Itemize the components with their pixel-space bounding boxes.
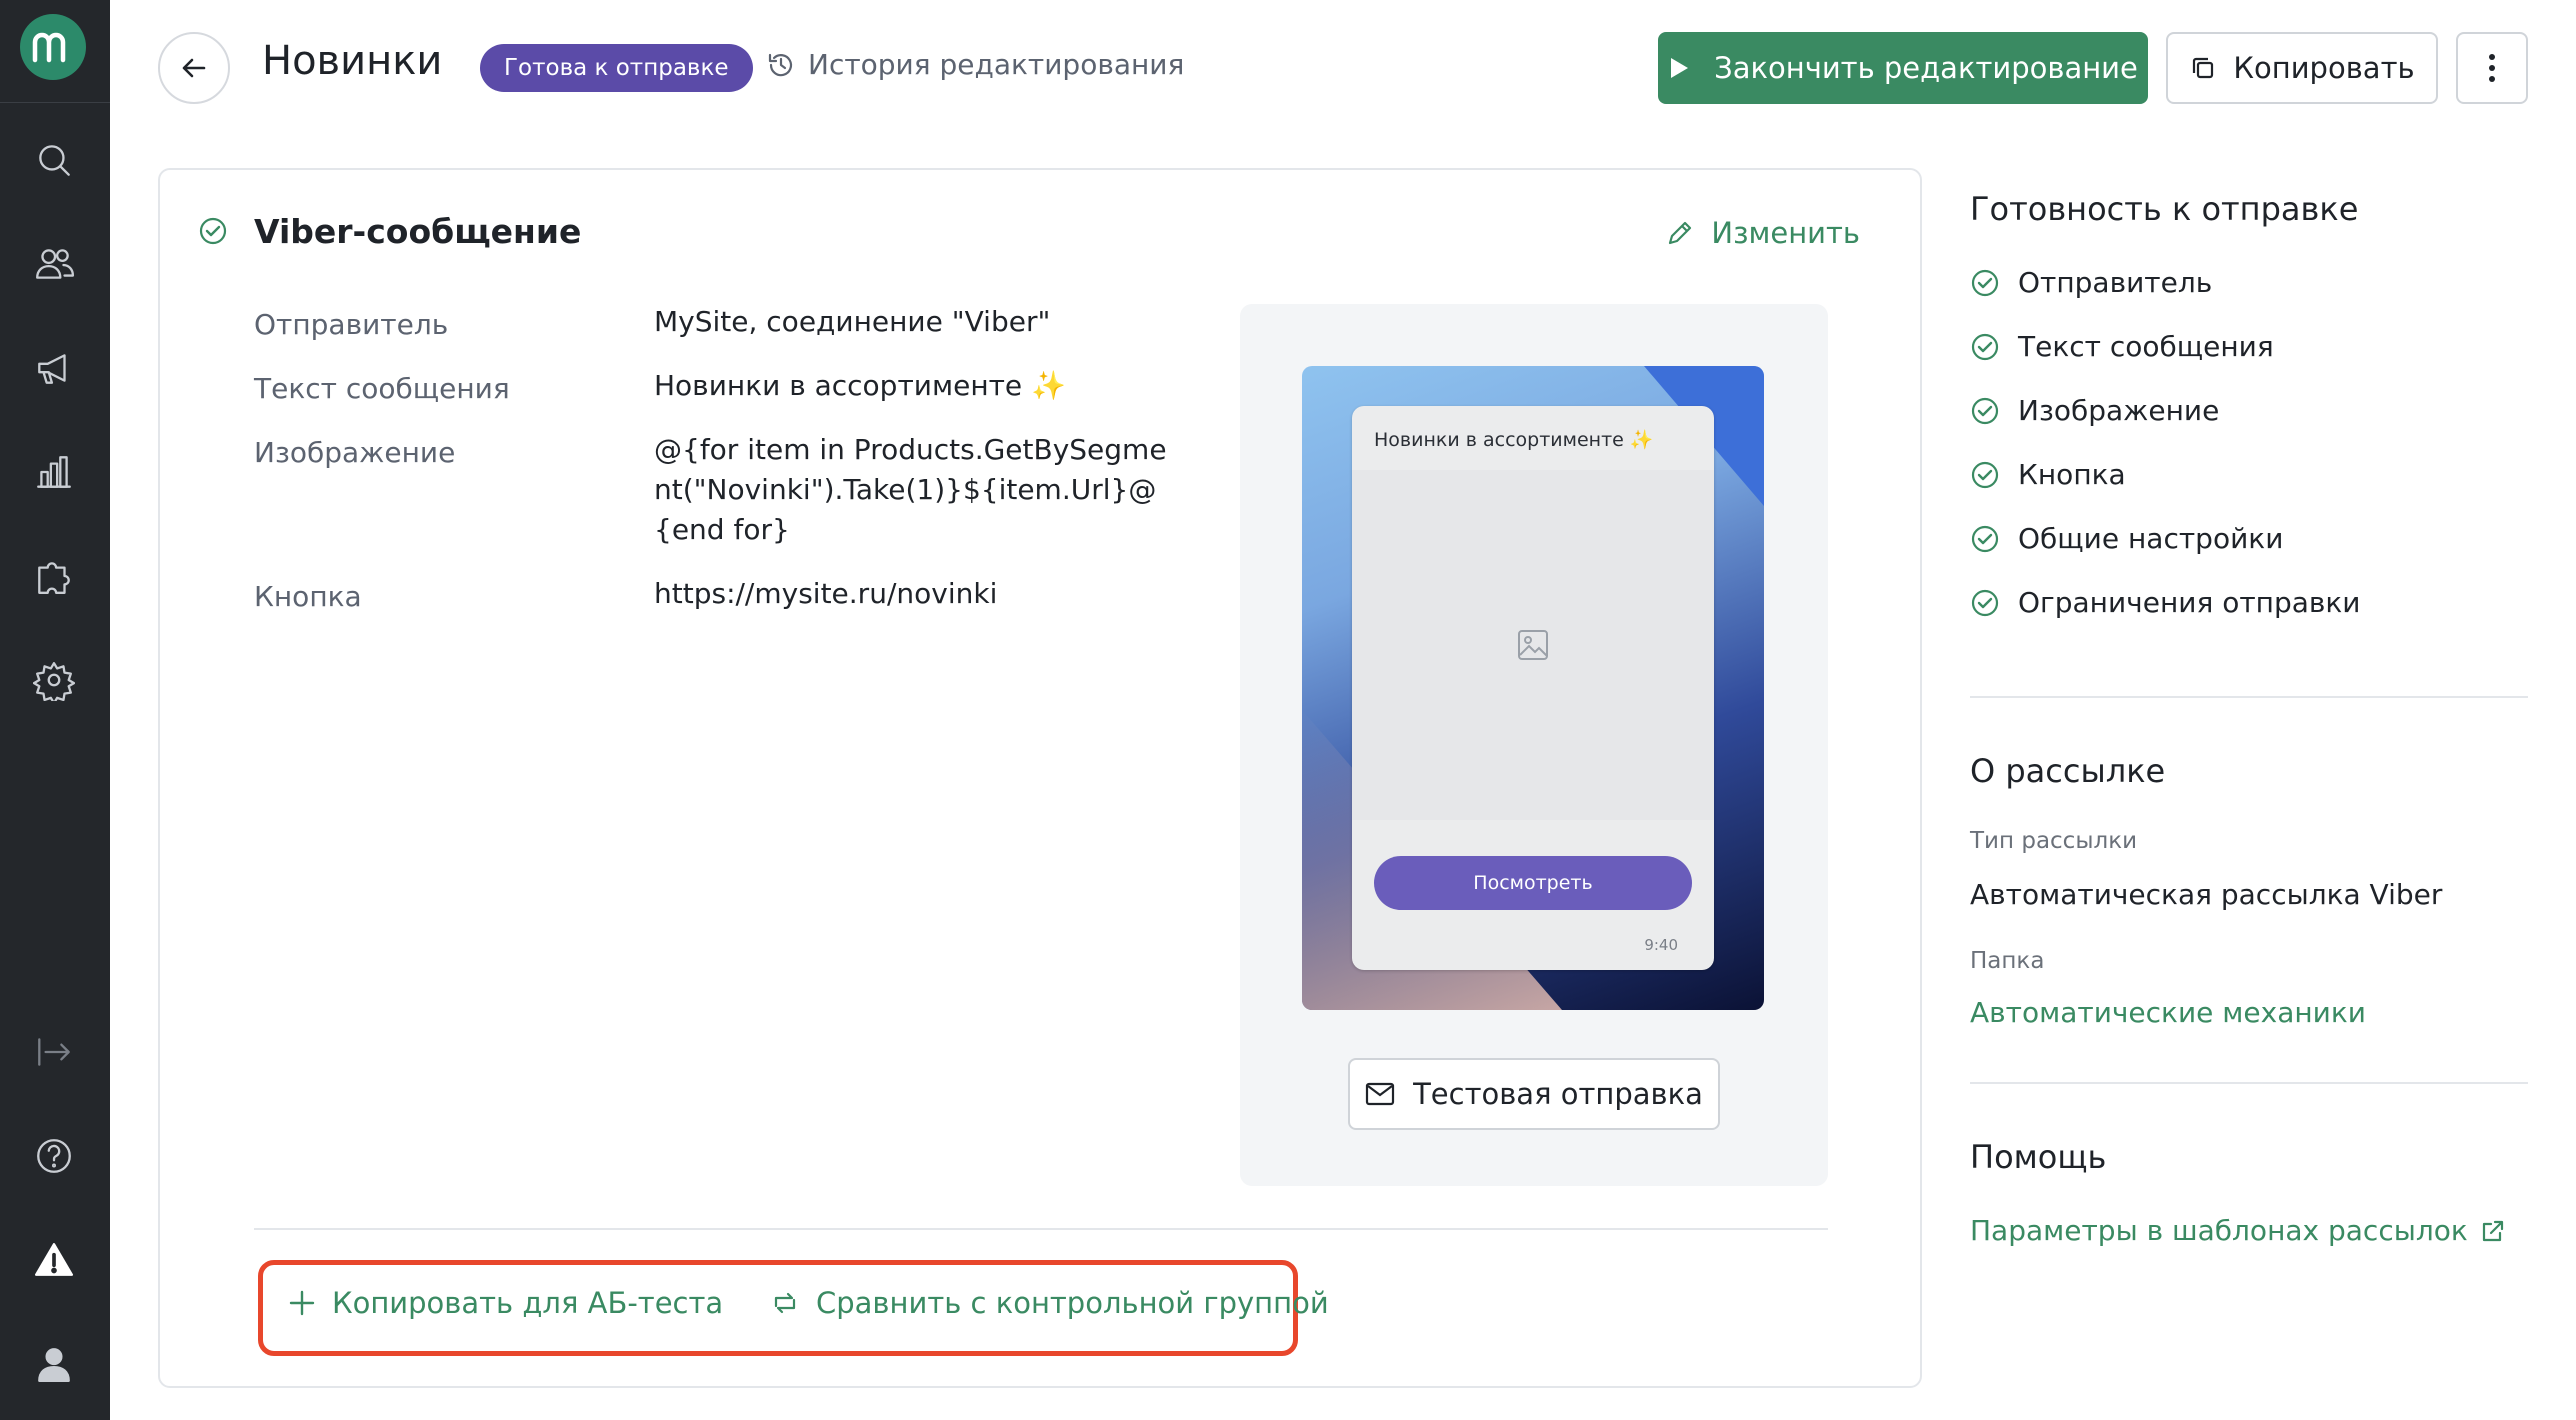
readiness-item: Общие настройки — [1970, 522, 2283, 555]
profile-avatar-icon[interactable] — [28, 1338, 80, 1390]
page-title: Новинки — [262, 38, 443, 84]
check-circle-icon — [1971, 525, 1999, 552]
arrow-left-icon — [182, 58, 206, 78]
message-preview-area: Новинки в ассортименте ✨ Посмотреть 9:40… — [1240, 304, 1828, 1186]
phone-preview: Новинки в ассортименте ✨ Посмотреть 9:40 — [1302, 366, 1764, 1010]
copy-icon — [2193, 57, 2214, 79]
readiness-item-label: Ограничения отправки — [2018, 586, 2361, 619]
readiness-item-label: Кнопка — [2018, 458, 2126, 491]
envelope-icon — [1365, 1082, 1395, 1106]
folder-label: Папка — [1970, 948, 2045, 974]
field-value-button: https://mysite.ru/novinki — [654, 577, 998, 610]
readiness-item: Текст сообщения — [1970, 330, 2274, 363]
help-question-icon[interactable] — [28, 1130, 80, 1182]
campaigns-megaphone-icon[interactable] — [28, 342, 80, 394]
back-button[interactable] — [158, 32, 230, 104]
preview-cta-button: Посмотреть — [1374, 856, 1692, 910]
copy-ab-test-label: Копировать для АБ-теста — [332, 1286, 724, 1320]
readiness-item: Отправитель — [1970, 266, 2212, 299]
test-send-button[interactable]: Тестовая отправка — [1348, 1058, 1720, 1130]
card-divider — [254, 1228, 1828, 1230]
history-icon — [768, 53, 793, 76]
right-panel-divider — [1970, 696, 2528, 698]
control-group-link[interactable]: Сравнить с контрольной группой — [770, 1286, 1329, 1320]
integrations-puzzle-icon[interactable] — [28, 550, 80, 602]
image-icon — [1518, 630, 1548, 660]
preview-timestamp: 9:40 — [1644, 936, 1678, 954]
help-link-label: Параметры в шаблонах рассылок — [1970, 1214, 2468, 1247]
field-label-button: Кнопка — [254, 580, 362, 613]
copy-label: Копировать — [2233, 51, 2415, 85]
field-value-sender: MySite, соединение "Viber" — [654, 305, 1051, 338]
external-link-icon — [2482, 1220, 2503, 1241]
readiness-heading: Готовность к отправке — [1970, 190, 2359, 228]
about-heading: О рассылке — [1970, 752, 2166, 790]
check-circle-icon — [1971, 397, 1999, 424]
sidebar — [0, 0, 110, 1420]
preview-message-text: Новинки в ассортименте ✨ — [1374, 429, 1654, 451]
plus-icon — [289, 1290, 315, 1316]
edit-link[interactable]: Изменить — [1665, 216, 1860, 250]
image-placeholder — [1352, 470, 1714, 820]
more-actions-button[interactable] — [2456, 32, 2528, 104]
folder-link-label: Автоматические механики — [1970, 996, 2366, 1029]
readiness-item: Изображение — [1970, 394, 2219, 427]
play-icon — [1671, 58, 1689, 78]
collapse-sidebar-icon[interactable] — [28, 1026, 80, 1078]
check-circle-icon — [1971, 333, 1999, 360]
mailing-type-value: Автоматическая рассылка Viber — [1970, 878, 2443, 911]
check-circle-icon — [1971, 269, 1999, 296]
sidebar-divider — [0, 102, 110, 103]
readiness-item-label: Текст сообщения — [2018, 330, 2274, 363]
status-badge: Готова к отправке — [480, 44, 753, 92]
warning-icon[interactable] — [28, 1234, 80, 1286]
test-send-label: Тестовая отправка — [1413, 1077, 1703, 1111]
card-title: Viber-сообщение — [254, 212, 582, 251]
app-logo[interactable] — [20, 14, 86, 80]
edit-label: Изменить — [1711, 216, 1860, 250]
right-panel-divider — [1970, 1082, 2528, 1084]
copy-button[interactable]: Копировать — [2166, 32, 2438, 104]
check-circle-icon — [199, 217, 227, 245]
edit-history-label: История редактирования — [808, 48, 1185, 81]
field-label-sender: Отправитель — [254, 308, 449, 341]
folder-link[interactable]: Автоматические механики — [1970, 996, 2366, 1029]
copy-ab-test-link[interactable]: Копировать для АБ-теста — [288, 1286, 723, 1320]
finish-editing-label: Закончить редактирование — [1714, 51, 2138, 85]
analytics-chart-icon[interactable] — [28, 446, 80, 498]
readiness-item: Ограничения отправки — [1970, 586, 2361, 619]
search-icon[interactable] — [28, 134, 80, 186]
field-value-text: Новинки в ассортименте ✨ — [654, 369, 1066, 402]
check-circle-icon — [1971, 461, 1999, 488]
field-label-text: Текст сообщения — [254, 372, 510, 405]
compare-arrows-icon — [774, 1292, 796, 1314]
check-circle-icon — [1971, 589, 1999, 616]
template-params-help-link[interactable]: Параметры в шаблонах рассылок — [1970, 1214, 2506, 1247]
field-label-image: Изображение — [254, 436, 456, 469]
finish-editing-button[interactable]: Закончить редактирование — [1658, 32, 2148, 104]
logo-m-icon — [32, 32, 66, 63]
users-icon[interactable] — [28, 238, 80, 290]
field-value-image: @{for item in Products.GetBySegment("Nov… — [654, 433, 1167, 546]
mailing-type-label: Тип рассылки — [1970, 828, 2138, 854]
pencil-icon — [1669, 221, 1692, 245]
readiness-item: Кнопка — [1970, 458, 2126, 491]
settings-gear-icon[interactable] — [28, 654, 80, 706]
help-heading: Помощь — [1970, 1138, 2107, 1176]
control-group-label: Сравнить с контрольной группой — [816, 1286, 1329, 1320]
readiness-item-label: Изображение — [2018, 394, 2220, 427]
readiness-item-label: Общие настройки — [2018, 522, 2284, 555]
edit-history-link[interactable]: История редактирования — [766, 48, 1184, 81]
message-bubble: Новинки в ассортименте ✨ Посмотреть 9:40 — [1352, 406, 1714, 970]
readiness-item-label: Отправитель — [2018, 266, 2213, 299]
more-vertical-icon — [2489, 54, 2495, 82]
viber-message-card: Viber-сообщение Изменить Отправитель MyS… — [158, 168, 1922, 1388]
